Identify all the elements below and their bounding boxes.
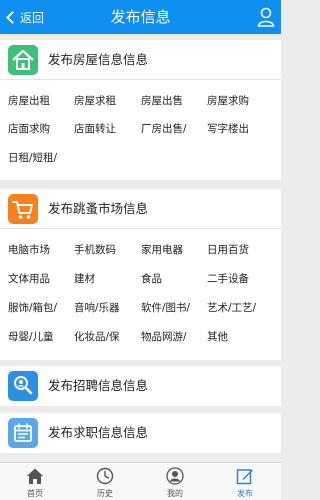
flea-category-item[interactable]: 建材 xyxy=(74,272,95,286)
bottom-tab-bar: 首页 历史 我的 发布 xyxy=(0,462,281,500)
resume-section-row[interactable]: 发布求职信息信息 xyxy=(0,413,281,453)
calendar-icon xyxy=(8,418,38,448)
flea-category-item[interactable]: 食品 xyxy=(141,272,162,286)
resume-section-title: 发布求职信息信息 xyxy=(48,425,149,440)
user-profile-icon[interactable] xyxy=(257,7,275,27)
flea-category-item[interactable]: 手机数码 xyxy=(74,243,116,257)
housing-category-item[interactable]: 厂房出售/ xyxy=(141,122,187,136)
housing-category-item[interactable]: 店面转让 xyxy=(74,122,116,136)
housing-section-title: 发布房屋信息信息 xyxy=(48,52,149,67)
jobs-section-row[interactable]: 发布招聘信息信息 xyxy=(0,366,281,406)
housing-category-item[interactable]: 房屋出租 xyxy=(8,94,50,108)
housing-section-header[interactable]: 发布房屋信息信息 xyxy=(0,40,281,80)
flea-market-section-header[interactable]: 发布跳蚤市场信息 xyxy=(0,189,281,229)
cart-icon xyxy=(8,194,38,224)
flea-category-item[interactable]: 艺术/工艺/ xyxy=(207,301,256,315)
housing-section: 发布房屋信息信息 房屋出租 房屋求租 房屋出售 房屋求购 店面求购 店面转让 厂… xyxy=(0,40,281,180)
edit-icon xyxy=(236,469,253,485)
page-title: 发布信息 xyxy=(110,8,171,26)
clock-icon xyxy=(96,467,114,485)
flea-market-section-title: 发布跳蚤市场信息 xyxy=(48,201,149,216)
flea-category-item[interactable]: 二手设备 xyxy=(207,272,249,286)
tab-mine[interactable]: 我的 xyxy=(140,463,210,500)
search-person-icon xyxy=(8,371,38,401)
flea-category-item[interactable]: 服饰/箱包/ xyxy=(8,301,57,315)
housing-category-item[interactable]: 店面求购 xyxy=(8,122,50,136)
tab-publish-label: 发布 xyxy=(237,489,253,498)
flea-category-item[interactable]: 化妆品/保 xyxy=(74,330,120,344)
flea-category-item[interactable]: 电脑市场 xyxy=(8,243,50,257)
house-icon xyxy=(8,45,38,75)
jobs-section-title: 发布招聘信息信息 xyxy=(48,378,149,393)
flea-category-item[interactable]: 文体用品 xyxy=(8,272,50,286)
top-bar: 返回 发布信息 xyxy=(0,0,281,34)
flea-category-item[interactable]: 日用百货 xyxy=(207,243,249,257)
flea-category-item[interactable]: 软件/图书/ xyxy=(141,301,190,315)
tab-history[interactable]: 历史 xyxy=(70,463,140,500)
tab-history-label: 历史 xyxy=(97,489,113,498)
housing-category-item[interactable]: 房屋求租 xyxy=(74,94,116,108)
user-icon xyxy=(166,467,184,485)
tab-home-label: 首页 xyxy=(27,489,43,498)
flea-category-item[interactable]: 家用电器 xyxy=(141,243,183,257)
housing-category-item[interactable]: 房屋求购 xyxy=(207,94,249,108)
housing-category-item[interactable]: 写字楼出 xyxy=(207,122,249,136)
flea-category-item[interactable]: 物品网游/ xyxy=(141,330,187,344)
housing-category-item[interactable]: 房屋出售 xyxy=(141,94,183,108)
flea-category-item[interactable]: 音响/乐器 xyxy=(74,301,120,315)
housing-category-item[interactable]: 日租/短租/ xyxy=(8,151,57,165)
tab-publish[interactable]: 发布 xyxy=(210,463,280,500)
flea-category-item[interactable]: 其他 xyxy=(207,330,228,344)
flea-market-section: 发布跳蚤市场信息 电脑市场 手机数码 家用电器 日用百货 文体用品 建材 食品 … xyxy=(0,189,281,360)
home-icon xyxy=(27,468,43,484)
tab-mine-label: 我的 xyxy=(167,489,183,498)
flea-category-item[interactable]: 母婴/儿童 xyxy=(8,330,54,344)
tab-home[interactable]: 首页 xyxy=(0,463,70,500)
